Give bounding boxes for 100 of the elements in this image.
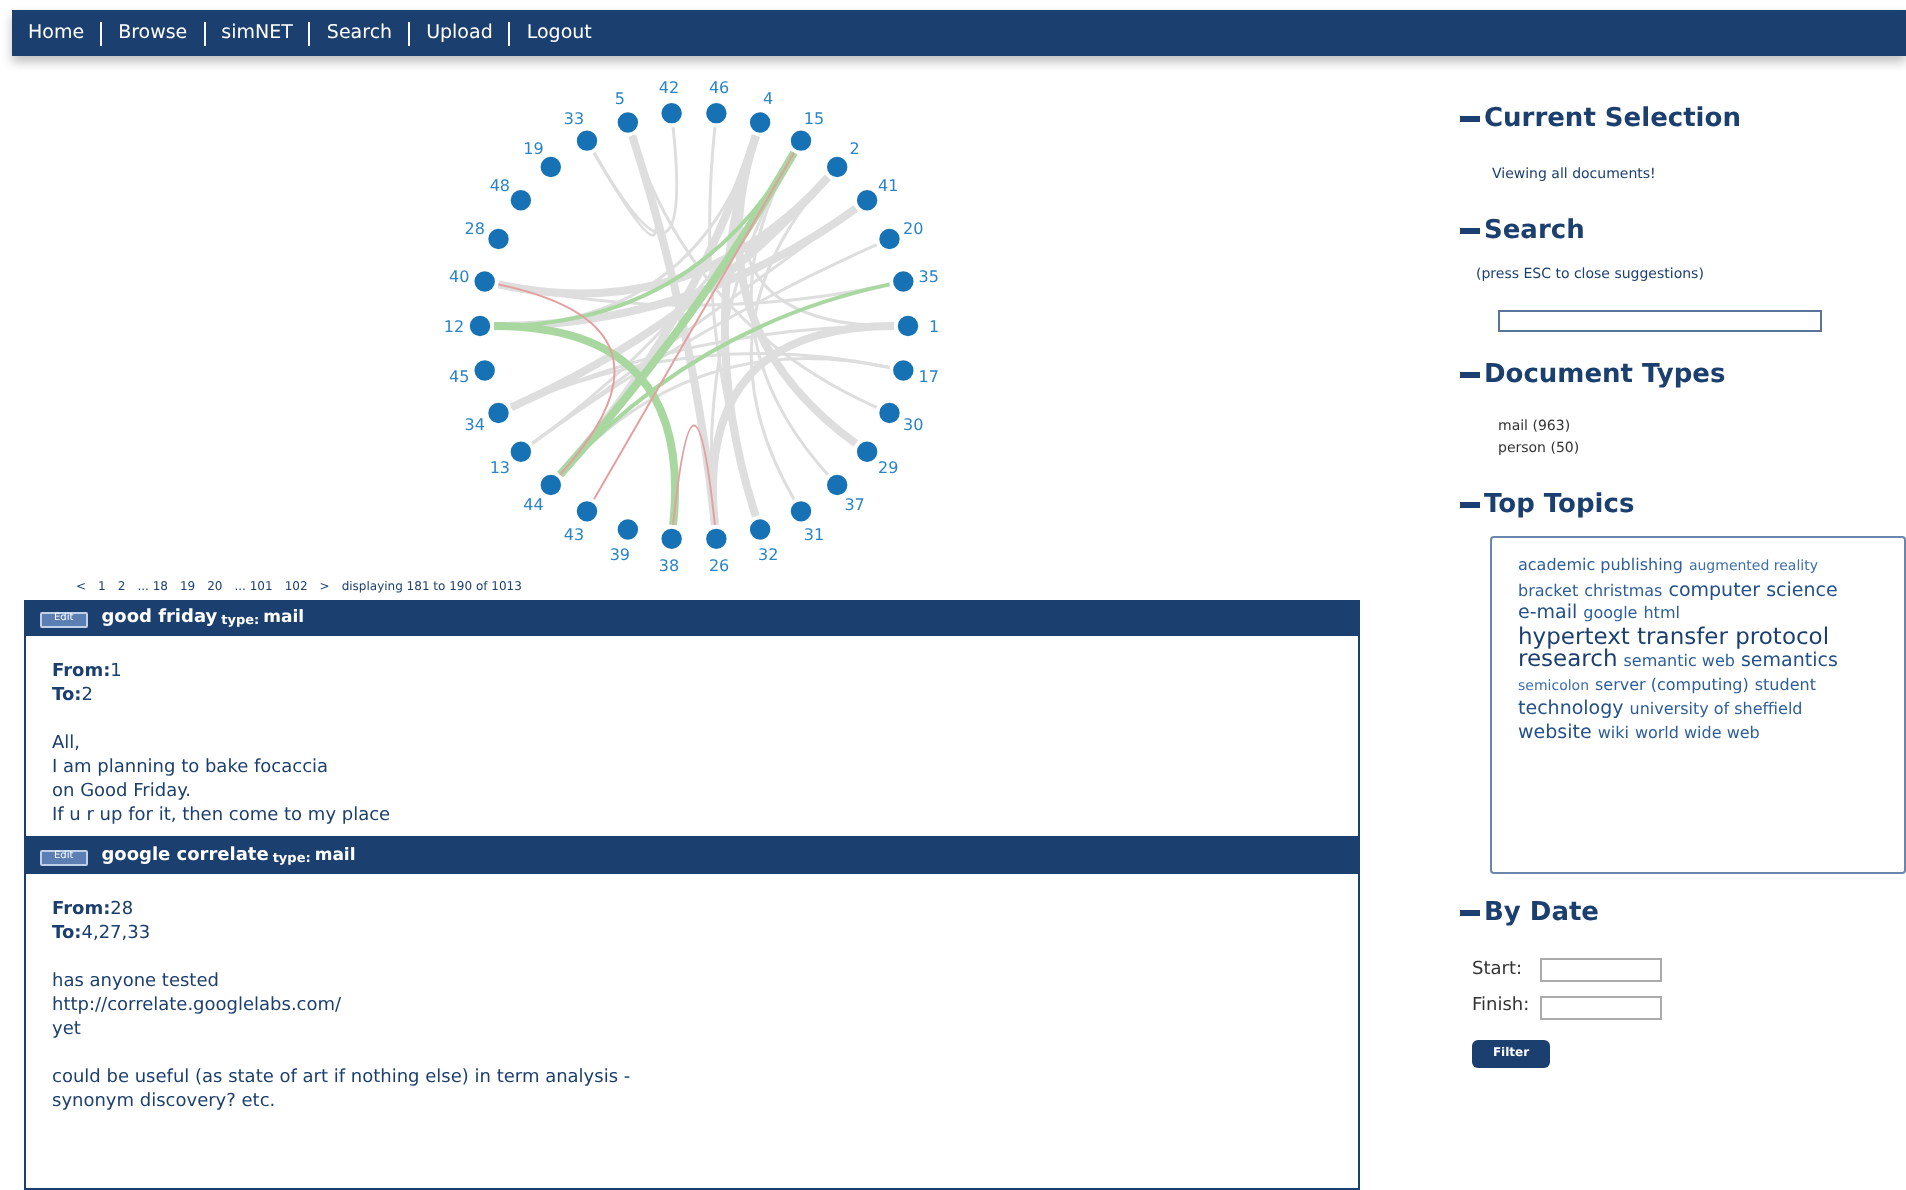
topic-link[interactable]: technology xyxy=(1518,698,1624,721)
topic-link[interactable]: research xyxy=(1518,648,1618,671)
graph-node[interactable] xyxy=(468,314,492,338)
message-line: yet xyxy=(52,1018,81,1042)
topic-link[interactable]: website xyxy=(1518,721,1592,744)
graph-node[interactable] xyxy=(855,188,879,212)
node-label: 17 xyxy=(918,367,939,386)
node-label: 48 xyxy=(489,176,510,195)
section-heading: Document Types xyxy=(1484,358,1726,394)
message-line: I am planning to bake focaccia xyxy=(52,756,329,780)
node-label: 15 xyxy=(803,110,825,129)
graph-node[interactable] xyxy=(891,358,916,383)
graph-node[interactable] xyxy=(539,473,563,497)
document-type: mail xyxy=(263,606,305,632)
nav-link[interactable]: Search xyxy=(308,21,409,45)
node-label: 42 xyxy=(658,79,680,98)
section-heading: By Date xyxy=(1484,896,1600,932)
collapse-dash-icon[interactable] xyxy=(1460,372,1480,379)
message-line: http://correlate.googlelabs.com/ xyxy=(52,994,342,1018)
nav-link[interactable]: Browse xyxy=(100,21,204,45)
topic-link[interactable]: google xyxy=(1583,602,1638,625)
topic-link[interactable]: hypertext transfer protocol xyxy=(1518,625,1830,648)
node-label: 1 xyxy=(928,318,940,336)
topic-link[interactable]: server (computing) xyxy=(1595,673,1749,696)
graph-node[interactable] xyxy=(616,517,640,542)
to-value: 4,27,33 xyxy=(81,922,151,946)
graph-node[interactable] xyxy=(748,517,772,542)
graph-node[interactable] xyxy=(825,473,849,497)
topic-link[interactable]: semantics xyxy=(1740,650,1838,673)
graph-node[interactable] xyxy=(891,269,916,294)
collapse-dash-icon[interactable] xyxy=(1460,501,1480,508)
from-value: 28 xyxy=(110,898,134,922)
graph-node[interactable] xyxy=(575,499,599,524)
graph-node[interactable] xyxy=(539,155,563,179)
graph-node[interactable] xyxy=(509,440,533,464)
topic-link[interactable]: christmas xyxy=(1584,579,1663,602)
graph-node[interactable] xyxy=(877,227,902,251)
finish-date-field[interactable] xyxy=(1539,995,1662,1020)
topic-link[interactable]: world wide web xyxy=(1634,721,1760,744)
topic-link[interactable]: wiki xyxy=(1597,721,1629,744)
message-line: on Good Friday. xyxy=(52,780,191,804)
start-label: Start: xyxy=(1472,957,1525,983)
graph-node[interactable] xyxy=(789,128,813,153)
node-label: 20 xyxy=(903,220,924,239)
graph-node[interactable] xyxy=(748,110,772,135)
node-label: 38 xyxy=(658,556,680,574)
search-field[interactable] xyxy=(1498,310,1822,332)
node-label: 43 xyxy=(563,525,585,544)
node-label: 28 xyxy=(464,220,485,239)
section-heading: Search xyxy=(1484,214,1585,250)
node-label: 30 xyxy=(903,415,924,434)
node-label: 40 xyxy=(449,268,470,287)
topic-link[interactable]: academic publishing xyxy=(1518,554,1683,577)
topic-link[interactable]: semantic web xyxy=(1623,650,1735,673)
node-label: 26 xyxy=(708,556,730,574)
collapse-dash-icon[interactable] xyxy=(1460,910,1480,917)
graph-node[interactable] xyxy=(877,401,902,425)
graph-node[interactable] xyxy=(659,527,684,551)
graph-node[interactable] xyxy=(789,499,813,524)
from-label: From: xyxy=(52,660,111,684)
nav-link[interactable]: simNET xyxy=(203,21,309,45)
topic-link[interactable]: student xyxy=(1754,673,1816,696)
nav-link[interactable]: Logout xyxy=(508,21,608,45)
graph-node[interactable] xyxy=(616,110,640,135)
topic-link[interactable]: university of sheffield xyxy=(1629,698,1803,721)
node-label: 37 xyxy=(844,496,865,515)
message-line: All, xyxy=(52,732,81,756)
graph-node[interactable] xyxy=(575,128,599,153)
graph-node[interactable] xyxy=(659,101,684,125)
node-label: 35 xyxy=(918,268,939,287)
topic-link[interactable]: computer science xyxy=(1668,579,1838,602)
message-line: If u r up for it, then come to my place xyxy=(52,804,391,828)
node-label: 39 xyxy=(609,546,630,565)
graph-node[interactable] xyxy=(896,314,920,338)
topic-link[interactable]: bracket xyxy=(1518,579,1579,602)
graph-node[interactable] xyxy=(509,188,533,212)
graph-node[interactable] xyxy=(472,358,497,383)
section-heading: Top Topics xyxy=(1484,487,1635,523)
collapse-dash-icon[interactable] xyxy=(1460,116,1480,123)
node-label: 46 xyxy=(708,79,730,98)
graph-node[interactable] xyxy=(486,401,511,425)
nav-link[interactable]: Upload xyxy=(408,21,509,45)
node-label: 5 xyxy=(614,89,625,108)
finish-label: Finish: xyxy=(1472,994,1530,1020)
node-label: 12 xyxy=(443,318,465,336)
nav-link[interactable]: Home xyxy=(12,21,101,45)
node-label: 45 xyxy=(449,367,470,386)
node-label: 13 xyxy=(489,459,510,478)
graph-node[interactable] xyxy=(825,155,849,179)
graph-node[interactable] xyxy=(855,440,879,464)
graph-node[interactable] xyxy=(704,101,729,125)
graph-node[interactable] xyxy=(472,269,497,294)
graph-node[interactable] xyxy=(704,527,729,551)
topic-link[interactable]: e-mail xyxy=(1518,602,1578,625)
to-label: To: xyxy=(52,684,82,708)
collapse-dash-icon[interactable] xyxy=(1460,228,1480,235)
start-date-field[interactable] xyxy=(1539,958,1662,983)
graph-node[interactable] xyxy=(486,227,511,251)
topic-link[interactable]: html xyxy=(1643,602,1680,625)
to-value: 2 xyxy=(81,684,93,708)
